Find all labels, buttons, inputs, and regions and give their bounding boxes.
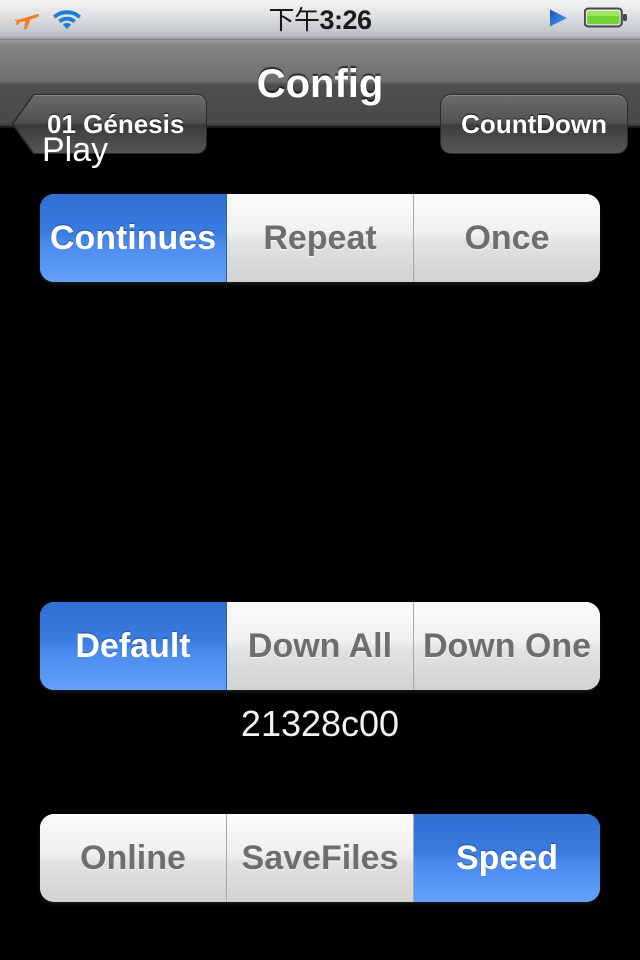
download-mode-segmented-control[interactable]: Default Down All Down One	[40, 602, 600, 690]
segment-down-one[interactable]: Down One	[414, 602, 600, 690]
battery-icon	[583, 6, 628, 35]
play-section-label: Play	[42, 131, 109, 169]
segment-once[interactable]: Once	[414, 194, 600, 282]
hex-value-label: 21328c00	[240, 703, 400, 744]
app-screen: 下午3:26 Config 01 Génesis CountDown Play …	[0, 0, 640, 960]
segment-speed[interactable]: Speed	[414, 814, 600, 902]
clock-time: 3:26	[319, 5, 372, 35]
segment-continues[interactable]: Continues	[40, 194, 227, 282]
segment-down-all[interactable]: Down All	[227, 602, 414, 690]
status-bar-clock: 下午3:26	[0, 0, 640, 40]
clock-ampm: 下午	[268, 5, 320, 35]
countdown-button[interactable]: CountDown	[440, 94, 628, 154]
play-triangle-icon	[546, 6, 570, 35]
segment-online[interactable]: Online	[40, 814, 227, 902]
play-mode-segmented-control[interactable]: Continues Repeat Once	[40, 194, 600, 282]
segment-savefiles[interactable]: SaveFiles	[227, 814, 414, 902]
countdown-button-label: CountDown	[461, 108, 607, 139]
segment-repeat[interactable]: Repeat	[227, 194, 414, 282]
navigation-bar: Config 01 Génesis CountDown	[0, 40, 640, 154]
segment-default[interactable]: Default	[40, 602, 227, 690]
feature-mode-segmented-control[interactable]: Online SaveFiles Speed	[40, 814, 600, 902]
status-bar-right-icons	[546, 0, 628, 40]
status-bar: 下午3:26	[0, 0, 640, 40]
